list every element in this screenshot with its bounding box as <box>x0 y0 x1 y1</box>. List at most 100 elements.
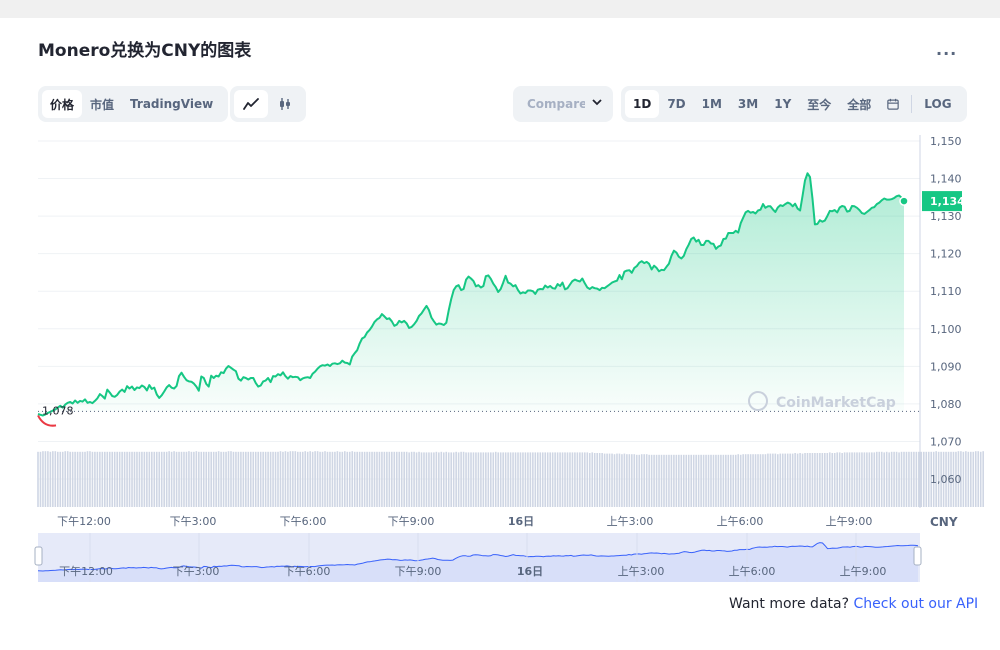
volume-bar <box>494 451 497 507</box>
volume-bar <box>725 454 727 507</box>
volume-bar <box>851 452 853 507</box>
volume-bar <box>534 452 537 507</box>
volume-bar <box>908 451 910 507</box>
volume-bar <box>739 454 742 507</box>
volume-bar <box>292 451 294 507</box>
volume-bar <box>249 451 252 507</box>
volume-bar <box>425 452 428 507</box>
volume-bar <box>512 452 514 507</box>
volume-bar <box>593 453 596 507</box>
volume-bar <box>722 454 725 507</box>
volume-bar <box>462 451 465 507</box>
volume-bar <box>670 454 673 507</box>
volume-bar <box>356 451 358 507</box>
volume-bar <box>638 454 641 507</box>
volume-bar <box>868 452 871 507</box>
volume-bar <box>344 451 346 507</box>
volume-bar <box>212 451 215 507</box>
volume-bar <box>74 451 76 507</box>
volume-bar <box>173 451 175 507</box>
volume-bar <box>42 451 44 507</box>
volume-bar <box>113 451 116 507</box>
y-tick-label: 1,120 <box>930 248 962 261</box>
navigator-handle-left[interactable] <box>34 546 43 566</box>
navigator-tick-label: 上午3:00 <box>618 565 665 578</box>
volume-bar <box>284 451 287 507</box>
volume-bar <box>922 451 925 507</box>
navigator-tick-label: 下午12:00 <box>59 565 113 578</box>
volume-bar <box>185 451 188 507</box>
volume-bar <box>52 451 54 507</box>
volume-bar <box>732 454 735 507</box>
volume-bar <box>623 453 626 507</box>
volume-bar <box>717 454 720 507</box>
volume-bar <box>410 451 413 507</box>
volume-bar <box>586 452 589 507</box>
volume-bar <box>626 454 628 507</box>
volume-bar <box>588 453 591 507</box>
volume-bar <box>413 451 415 507</box>
volume-bar <box>269 451 272 507</box>
volume-bar <box>918 451 920 507</box>
volume-bar <box>685 454 688 507</box>
volume-bar <box>146 451 148 507</box>
volume-bar <box>967 451 970 507</box>
volume-bar <box>151 451 153 507</box>
volume-bar <box>316 451 319 507</box>
volume-bar <box>979 451 982 507</box>
volume-bar <box>576 452 579 507</box>
watermark-text: CoinMarketCap <box>776 395 896 411</box>
volume-bar <box>524 452 527 507</box>
volume-bar <box>878 451 881 507</box>
volume-bar <box>712 454 715 507</box>
volume-bar <box>762 454 764 507</box>
volume-bar <box>198 451 200 507</box>
volume-bar <box>895 451 898 507</box>
api-link[interactable]: Check out our API <box>853 596 978 612</box>
volume-bar <box>816 453 819 507</box>
volume-bar <box>299 451 302 507</box>
volume-bar <box>903 451 905 507</box>
volume-bar <box>86 451 89 507</box>
volume-bar <box>648 454 650 507</box>
x-tick-label: 上午6:00 <box>717 515 764 528</box>
volume-bar <box>809 453 811 507</box>
baseline-label: 1,078 <box>42 404 74 417</box>
volume-bar <box>445 451 448 507</box>
volume-bar <box>200 451 203 507</box>
volume-bar <box>391 451 393 507</box>
volume-bar <box>794 453 796 507</box>
volume-bar <box>905 451 908 507</box>
volume-bar <box>408 452 410 507</box>
volume-bar <box>400 451 403 507</box>
x-tick-label: 下午6:00 <box>280 515 327 528</box>
volume-bar <box>336 451 339 507</box>
volume-bar <box>759 454 762 507</box>
volume-bar <box>628 454 631 507</box>
volume-bar <box>415 452 418 507</box>
volume-bar <box>94 451 96 507</box>
volume-bar <box>596 453 598 507</box>
volume-bar <box>287 451 289 507</box>
volume-bar <box>59 451 62 507</box>
volume-bar <box>91 451 94 507</box>
volume-bar <box>133 451 136 507</box>
volume-bar <box>727 454 730 507</box>
volume-bar <box>608 453 611 507</box>
current-price-label: 1,134 <box>930 195 965 208</box>
volume-bar <box>487 452 490 507</box>
volume-bar <box>237 451 240 507</box>
volume-bar <box>880 451 883 507</box>
volume-bar <box>730 454 732 507</box>
volume-bar <box>346 451 349 507</box>
volume-bar <box>247 451 250 507</box>
volume-bar <box>331 451 334 507</box>
navigator-handle-right[interactable] <box>913 546 922 566</box>
volume-bar <box>207 451 210 507</box>
volume-bar <box>982 451 984 507</box>
volume-bar <box>655 454 658 507</box>
volume-bar <box>274 451 277 507</box>
volume-bar <box>351 451 354 507</box>
navigator-tick-label: 下午3:00 <box>173 565 220 578</box>
volume-bar <box>613 454 616 507</box>
